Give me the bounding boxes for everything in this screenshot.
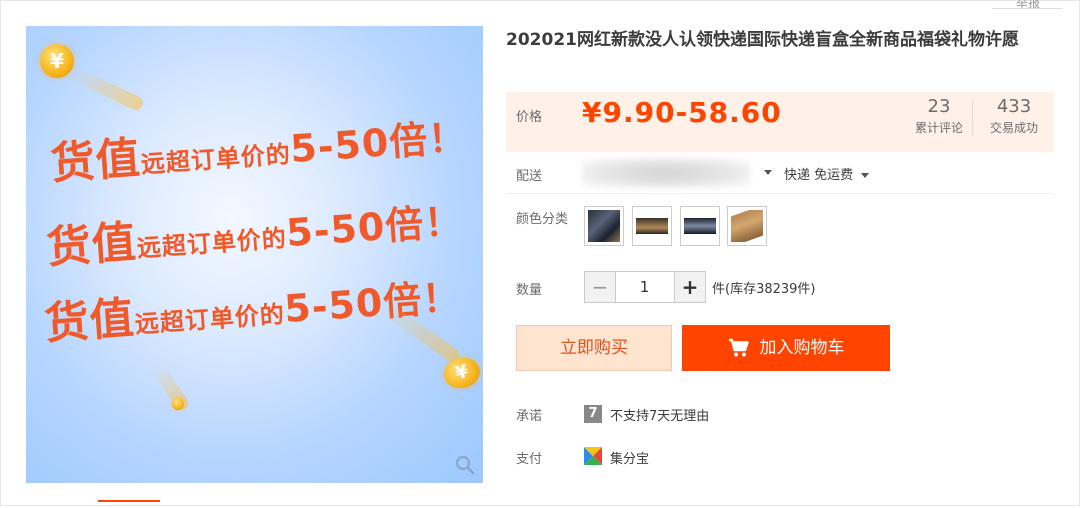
quantity-increase-button[interactable]: + bbox=[674, 272, 705, 302]
color-label: 颜色分类 bbox=[516, 212, 569, 227]
payment-label: 支付 bbox=[516, 452, 543, 467]
chevron-down-icon[interactable] bbox=[764, 170, 772, 175]
price-label: 价格 bbox=[516, 110, 543, 125]
sales-stat: 433 交易成功 bbox=[978, 96, 1050, 136]
jifenbao-icon bbox=[584, 447, 602, 465]
thumbnail-selected-indicator[interactable] bbox=[98, 500, 160, 508]
promise-label: 承诺 bbox=[516, 409, 543, 424]
seven-day-icon: 7 bbox=[584, 405, 602, 423]
quantity-input[interactable] bbox=[616, 272, 673, 302]
sales-count: 433 bbox=[996, 96, 1032, 117]
zoom-icon[interactable] bbox=[455, 455, 475, 475]
reviews-count: 23 bbox=[927, 96, 951, 117]
add-to-cart-button[interactable]: 加入购物车 bbox=[682, 325, 890, 371]
divider bbox=[506, 193, 1054, 194]
coin-icon: ¥ bbox=[40, 44, 74, 78]
price-value: ¥9.90-58.60 bbox=[582, 96, 782, 129]
reviews-label: 累计评论 bbox=[914, 121, 963, 135]
reviews-stat[interactable]: 23 累计评论 bbox=[904, 96, 974, 136]
stock-text: 件(库存38239件) bbox=[712, 282, 816, 297]
promise-text[interactable]: 不支持7天无理由 bbox=[610, 405, 709, 424]
shipping-label: 配送 bbox=[516, 169, 543, 184]
buy-now-button[interactable]: 立即购买 bbox=[516, 325, 672, 371]
price-panel: 价格 ¥9.90-58.60 23 累计评论 433 交易成功 bbox=[506, 92, 1054, 152]
cart-icon bbox=[728, 338, 749, 357]
quantity-stepper: − + bbox=[584, 271, 706, 303]
quantity-label: 数量 bbox=[516, 283, 543, 298]
color-swatch-1[interactable] bbox=[584, 206, 624, 246]
report-link[interactable]: 举报 bbox=[1016, 0, 1040, 11]
payment-method-text[interactable]: 集分宝 bbox=[610, 448, 649, 467]
image-headline-1: 货值远超订单价的5-50倍！ bbox=[49, 114, 469, 190]
coin-icon bbox=[172, 398, 184, 410]
color-swatch-3[interactable] bbox=[680, 206, 720, 246]
shipping-method-select[interactable]: 快递 免运费 bbox=[784, 164, 870, 183]
coin-streak bbox=[66, 65, 146, 113]
main-product-image[interactable]: ¥ 货值远超订单价的5-50倍！ 货值远超订单价的5-50倍！ 货值远超订单价的… bbox=[26, 26, 483, 483]
shipping-origin-blurred[interactable] bbox=[582, 158, 750, 188]
color-swatch-4[interactable] bbox=[727, 206, 767, 246]
product-title: 202021网红新款没人认领快递国际快递盲盒全新商品福袋礼物许愿 bbox=[506, 30, 1019, 50]
stat-divider bbox=[972, 100, 973, 136]
coin-streak bbox=[150, 363, 192, 413]
report-underline bbox=[992, 8, 1062, 9]
quantity-decrease-button[interactable]: − bbox=[585, 272, 616, 302]
sales-label: 交易成功 bbox=[989, 121, 1038, 135]
chevron-down-icon bbox=[861, 173, 870, 178]
color-swatch-2[interactable] bbox=[632, 206, 672, 246]
